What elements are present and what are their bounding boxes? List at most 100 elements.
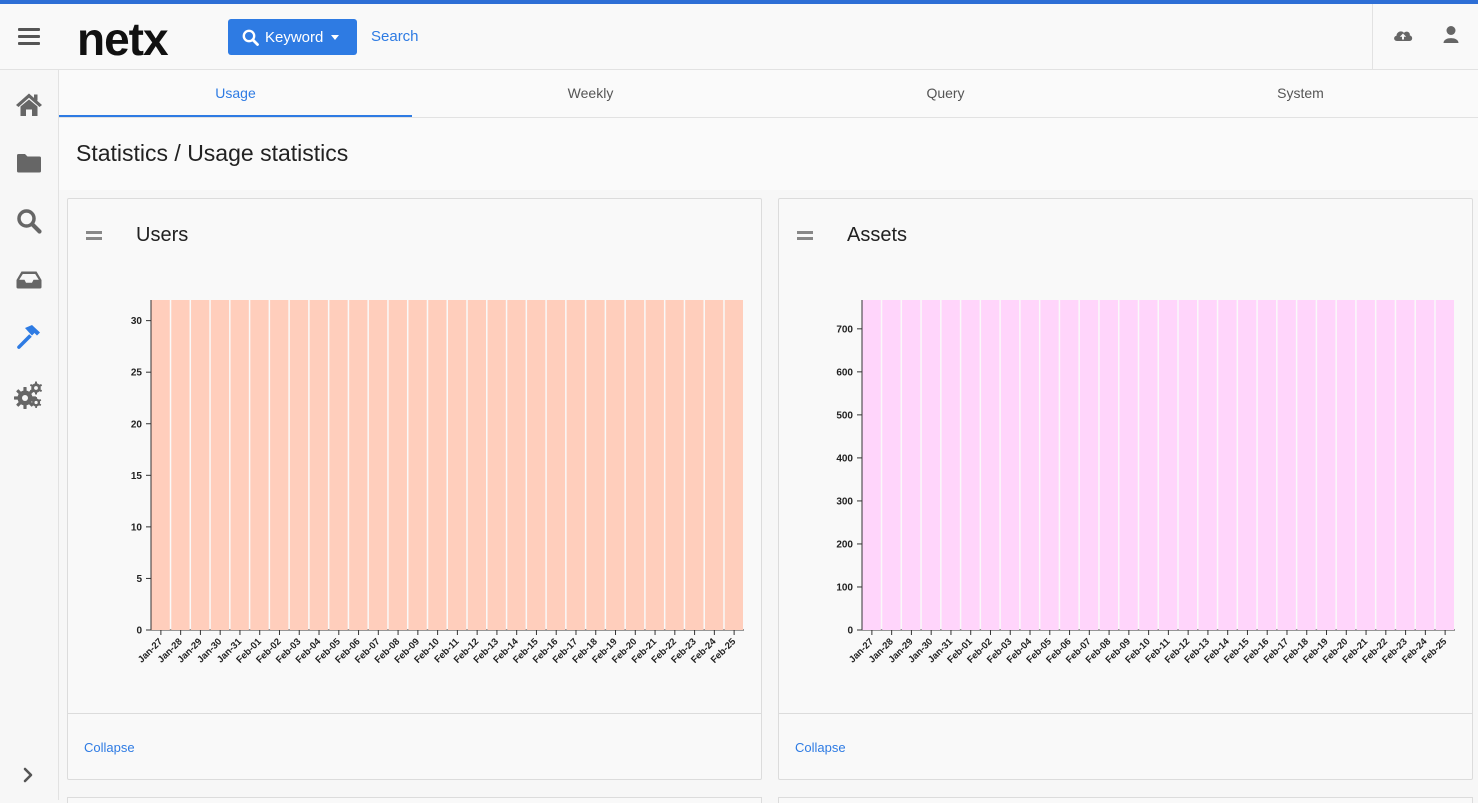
bar [862,300,881,630]
bar [191,300,210,630]
tab-system[interactable]: System [1124,70,1477,116]
bar [704,300,724,630]
folder-icon[interactable] [14,148,44,178]
y-tick-label: 200 [836,539,853,550]
bar [902,300,921,630]
bar [1376,300,1395,630]
y-tick-label: 0 [847,626,853,637]
cloud-upload-icon[interactable] [1392,24,1414,46]
users-panel: Users 0 5 10 15 20 25 30 Jan-27 Jan-28 Jan-29 Jan-… [67,198,762,780]
bar [309,300,328,630]
bar [546,300,566,630]
bar [724,300,743,630]
bar [1119,300,1138,630]
y-tick-label: 10 [131,522,143,533]
y-tick-label: 600 [836,367,853,378]
bar [349,300,368,630]
search-icon[interactable] [14,206,44,236]
bar [1159,300,1178,630]
bar [882,300,901,630]
bar [1060,300,1079,630]
page-title-bar: Statistics / Usage statistics [59,118,1478,190]
bar [625,300,645,630]
bar [1000,300,1020,630]
caret-down-icon [331,34,340,40]
inbox-icon[interactable] [14,264,44,294]
top-header: netx Keyword Search [0,4,1478,70]
bar [1099,300,1118,630]
y-tick-label: 20 [131,419,143,430]
chevron-right-icon[interactable] [20,767,36,783]
assets-bar-chart: 0100200300400500600700Jan-27Jan-28Jan-29… [836,300,1455,666]
keyword-dropdown-button[interactable]: Keyword [228,19,357,55]
bar [566,300,585,630]
bar [1435,300,1454,630]
page-title: Statistics / Usage statistics [76,140,349,166]
bar [1336,300,1356,630]
y-tick-label: 500 [836,410,853,421]
bar [151,300,170,630]
y-tick-label: 25 [131,368,143,379]
bar [388,300,407,630]
main-content: Usage Weekly Query System Statistics / U… [59,70,1478,803]
bar [230,300,249,630]
bar [1257,300,1277,630]
gears-icon[interactable] [14,380,44,410]
collapse-link-assets[interactable]: Collapse [795,740,846,755]
bar [981,300,1000,630]
bar [1139,300,1158,630]
bar [1277,300,1296,630]
y-tick-label: 15 [131,471,143,482]
user-icon[interactable] [1441,24,1461,46]
bar [467,300,487,630]
y-tick-label: 100 [836,582,853,593]
bar [606,300,625,630]
y-tick-label: 30 [131,316,143,327]
bar [1198,300,1217,630]
bar [1415,300,1435,630]
bar [1317,300,1336,630]
bar [428,300,447,630]
tab-usage[interactable]: Usage [59,70,412,117]
collapse-link-users[interactable]: Collapse [84,740,135,755]
bar [289,300,309,630]
bar [1178,300,1198,630]
bar [210,300,230,630]
panel-footer-divider [779,713,1472,714]
y-tick-label: 400 [836,453,853,464]
bar [921,300,941,630]
bar [586,300,605,630]
bar [1356,300,1375,630]
netx-logo[interactable]: netx [77,8,169,70]
keyword-button-label: Keyword [265,28,324,46]
bar [1238,300,1257,630]
bar [1297,300,1316,630]
bar [1040,300,1059,630]
menu-icon[interactable] [18,28,40,46]
bar [368,300,388,630]
y-tick-label: 0 [136,626,142,637]
tab-weekly[interactable]: Weekly [414,70,767,116]
users-bar-chart: 051015202530Jan-27Jan-28Jan-29Jan-30Jan-… [131,300,744,666]
bar [665,300,684,630]
bar [1079,300,1099,630]
y-tick-label: 300 [836,496,853,507]
hammer-icon[interactable] [14,322,44,352]
bar [507,300,526,630]
bar [1020,300,1039,630]
bar [527,300,546,630]
bar [487,300,506,630]
bar [329,300,348,630]
tab-query[interactable]: Query [769,70,1122,116]
bar [408,300,427,630]
bar [171,300,190,630]
home-icon[interactable] [14,90,44,120]
assets-panel: Assets 0 100 200 300 400 500 600 700 Jan-27 Jan-2… [778,198,1473,780]
y-tick-label: 5 [136,574,142,585]
bar [941,300,960,630]
sidebar [0,70,59,800]
search-link[interactable]: Search [371,28,419,45]
bar [645,300,664,630]
header-divider [1372,4,1373,69]
next-panel-edge [778,797,1473,803]
